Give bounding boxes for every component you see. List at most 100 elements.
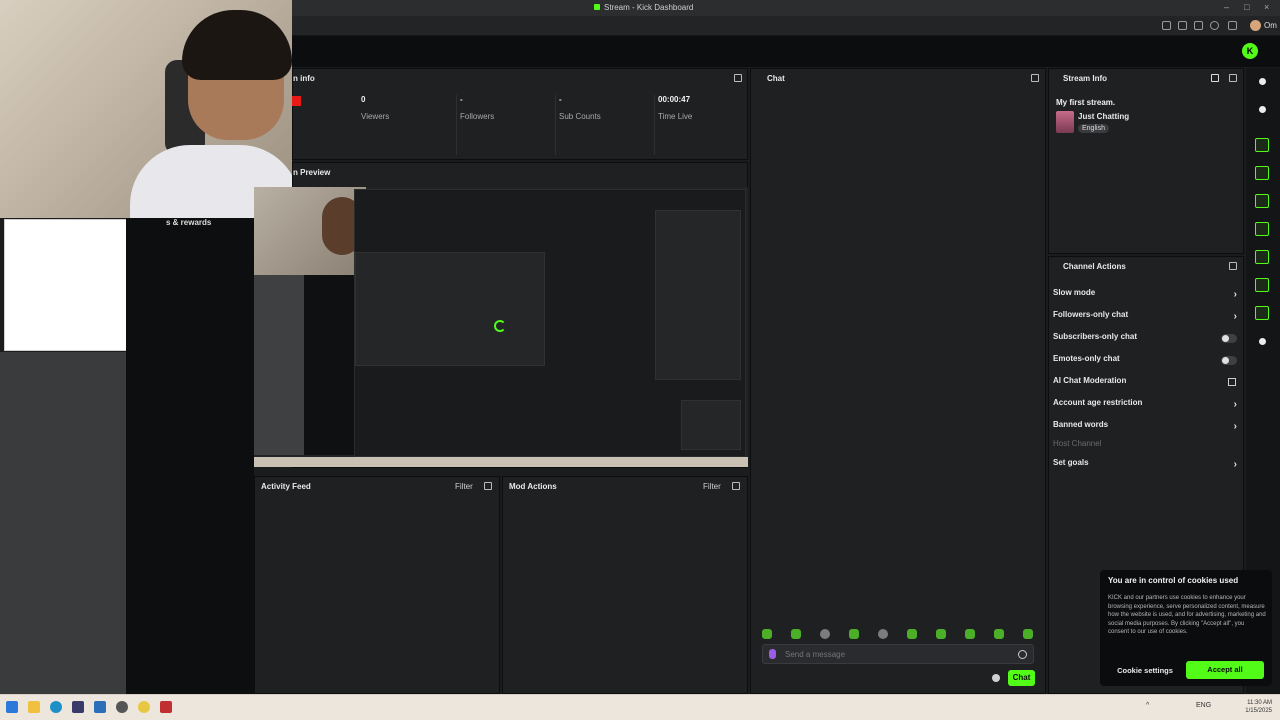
mod-actions-title: Mod Actions: [509, 482, 557, 491]
stream-stats-title: n info: [293, 74, 315, 83]
cookie-title: You are in control of cookies used: [1108, 576, 1239, 585]
action-account-age[interactable]: Account age restriction ›: [1053, 398, 1239, 414]
preview-taskbar-strip: [254, 457, 748, 467]
chevron-right-icon: ›: [1233, 459, 1237, 470]
preview-nested-popup: [681, 400, 741, 450]
chat-title: Chat: [767, 74, 785, 83]
action-label: Set goals: [1053, 458, 1089, 467]
popout-icon[interactable]: [1031, 74, 1039, 82]
emote-icon[interactable]: [936, 629, 946, 639]
chat-message-input[interactable]: [785, 648, 1015, 660]
emotes-only-toggle[interactable]: [1221, 356, 1237, 365]
emote-icon[interactable]: [878, 629, 888, 639]
file-explorer-icon[interactable]: [28, 701, 40, 713]
obs-icon[interactable]: [116, 701, 128, 713]
subscribers-only-toggle[interactable]: [1221, 334, 1237, 343]
action-subscribers-only[interactable]: Subscribers-only chat: [1053, 332, 1239, 348]
category-name[interactable]: Just Chatting: [1078, 112, 1129, 121]
popout-icon[interactable]: [484, 482, 492, 490]
clock-time: 11:30 AM: [1247, 700, 1272, 706]
accept-all-button[interactable]: Accept all: [1186, 661, 1264, 679]
chrome-icon[interactable]: [138, 701, 150, 713]
stat-label: Time Live: [658, 112, 693, 121]
desktop-background: [0, 352, 126, 694]
split-view-icon[interactable]: [1194, 21, 1203, 30]
minimize-icon[interactable]: –: [1224, 2, 1229, 12]
emote-icon[interactable]: [994, 629, 1004, 639]
action-slow-mode[interactable]: Slow mode ›: [1053, 288, 1239, 304]
cookie-settings-button[interactable]: Cookie settings: [1108, 663, 1182, 679]
category-thumbnail: [1056, 111, 1074, 133]
stream-preview-video[interactable]: [254, 187, 748, 467]
stat-value: 0: [361, 95, 366, 104]
mail-icon[interactable]: [94, 701, 106, 713]
chat-panel: Chat: [750, 68, 1046, 694]
preview-webcam: [254, 187, 366, 275]
taskbar-clock[interactable]: 11:30 AM 1/15/2025: [1236, 699, 1272, 715]
emote-icon[interactable]: [849, 629, 859, 639]
action-set-goals[interactable]: Set goals ›: [1053, 458, 1239, 474]
browser-toolbar: Om: [292, 16, 1280, 36]
action-label: Followers-only chat: [1053, 310, 1129, 319]
close-icon[interactable]: ×: [1264, 2, 1269, 12]
mod-filter-button[interactable]: Filter: [703, 482, 721, 491]
action-label: Slow mode: [1053, 288, 1096, 297]
game-icon[interactable]: [160, 701, 172, 713]
list-icon[interactable]: [1255, 278, 1269, 292]
windows-taskbar: ^ ENG 11:30 AM 1/15/2025: [0, 694, 1280, 720]
action-host-channel: Host Channel: [1053, 439, 1239, 455]
action-emotes-only[interactable]: Emotes-only chat: [1053, 354, 1239, 370]
emote-icon[interactable]: [1023, 629, 1033, 639]
chat-input-box: [762, 644, 1034, 664]
wrench-icon[interactable]: [1255, 306, 1269, 320]
action-followers-only[interactable]: Followers-only chat ›: [1053, 310, 1239, 326]
extensions-icon[interactable]: [1162, 21, 1171, 30]
edge-icon[interactable]: [50, 701, 62, 713]
user-avatar[interactable]: [1250, 20, 1261, 31]
split-icon[interactable]: [1255, 250, 1269, 264]
cookie-banner: You are in control of cookies used KICK …: [1100, 570, 1272, 686]
emote-icon[interactable]: [762, 629, 772, 639]
stream-info-title: Stream Info: [1063, 74, 1108, 83]
start-icon[interactable]: [6, 701, 18, 713]
action-banned-words[interactable]: Banned words ›: [1053, 420, 1239, 436]
maximize-icon[interactable]: □: [1244, 2, 1249, 12]
rewards-label: s & rewards: [166, 218, 212, 227]
channel-actions-title: Channel Actions: [1063, 262, 1126, 271]
emote-icon[interactable]: [820, 629, 830, 639]
cookie-body: KICK and our partners use cookies to enh…: [1108, 595, 1266, 635]
tray-chevron-icon[interactable]: ^: [1146, 702, 1149, 709]
window-title: Stream - Kick Dashboard: [604, 3, 694, 12]
note-icon[interactable]: [1255, 194, 1269, 208]
action-label: Emotes-only chat: [1053, 354, 1120, 363]
circle-icon[interactable]: [1255, 74, 1269, 88]
popout-icon[interactable]: [734, 74, 742, 82]
app-icon[interactable]: [72, 701, 84, 713]
popout-icon[interactable]: [1229, 262, 1237, 270]
mic-icon[interactable]: [769, 649, 776, 659]
chat-bubble-icon[interactable]: [1255, 222, 1269, 236]
close-square-icon[interactable]: [1255, 138, 1269, 152]
emote-icon[interactable]: [907, 629, 917, 639]
stream-title-text: My first stream.: [1056, 98, 1116, 107]
popout-icon[interactable]: [1229, 74, 1237, 82]
edit-icon[interactable]: [1211, 74, 1219, 82]
bolt-icon[interactable]: [1255, 166, 1269, 180]
kick-logo-icon[interactable]: K: [1242, 43, 1258, 59]
activity-filter-button[interactable]: Filter: [455, 482, 473, 491]
emote-icon[interactable]: [791, 629, 801, 639]
profile-icon[interactable]: [1210, 21, 1219, 30]
action-ai-chat-moderation[interactable]: AI Chat Moderation: [1053, 376, 1239, 392]
popout-icon[interactable]: [732, 482, 740, 490]
menu-icon[interactable]: [1228, 21, 1237, 30]
live-badge: [292, 96, 301, 106]
emoji-icon[interactable]: [1018, 650, 1027, 659]
chat-settings-gear-icon[interactable]: [992, 674, 1000, 682]
send-chat-button[interactable]: Chat: [1008, 670, 1035, 686]
loading-spinner-icon: [494, 320, 506, 332]
pen-icon[interactable]: [1255, 102, 1269, 116]
bookmark-icon[interactable]: [1178, 21, 1187, 30]
language-indicator[interactable]: ENG: [1196, 702, 1211, 709]
emote-icon[interactable]: [965, 629, 975, 639]
plugin-icon[interactable]: [1255, 334, 1269, 348]
